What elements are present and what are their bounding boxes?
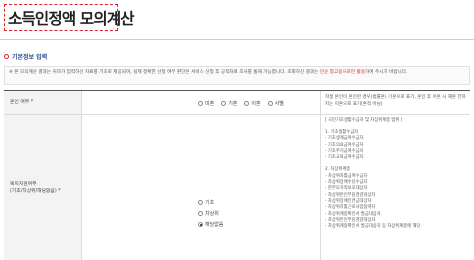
radio-unselected-icon[interactable]: [221, 101, 227, 106]
marital-option-label: 기혼: [228, 101, 238, 107]
radio-unselected-icon[interactable]: [198, 211, 203, 216]
welfare-desc-header: [ 국민기초생활수급자 및 차상위계층 범위 ]: [325, 118, 403, 123]
marital-option-widowed[interactable]: 사별: [267, 100, 284, 107]
list-item: - 기초교육급여수급자: [325, 155, 364, 161]
marital-status-row: 혼인 여부 * 미혼 기혼 이혼 사별 학생 본인이 혼인한 경우(법률혼) 기…: [4, 91, 470, 115]
welfare-option-label: 차상위: [205, 211, 219, 217]
radio-unselected-icon[interactable]: [244, 101, 250, 106]
list-item: - 차상위계층확인서 발급대상자 등 차상위계층에 해당: [325, 224, 421, 230]
welfare-description: [ 국민기초생활수급자 및 차상위계층 범위 ] 1. 기초생활수급자 - 기초…: [320, 115, 470, 260]
welfare-option-label: 해당없음: [205, 222, 224, 228]
marital-option-single[interactable]: 미혼: [198, 100, 214, 107]
page-title: 소득인정액 모의계산: [8, 9, 135, 28]
notice-text: ※ 본 모의계산 결과는 귀하가 입력하신 자료를 기초로 제공되며, 실제 정…: [9, 70, 319, 75]
radio-unselected-icon[interactable]: [198, 101, 203, 106]
welfare-status-label: 복지지원여부 (기초/차상위/해당없음) *: [4, 115, 82, 260]
notice-box: ※ 본 모의계산 결과는 귀하가 입력하신 자료를 기초로 제공되며, 실제 정…: [4, 66, 470, 85]
page-title-box: 소득인정액 모의계산: [4, 4, 135, 31]
marital-option-divorced[interactable]: 이혼: [244, 100, 261, 107]
marital-description: 학생 본인이 혼인한 경우(법률혼) 기혼으로 표기, 혼인 후 이혼 시 재혼…: [320, 91, 470, 114]
welfare-status-row: 복지지원여부 (기초/차상위/해당없음) * 기초 차상위 해당없음 [ 국민기…: [4, 115, 470, 260]
marital-status-label: 혼인 여부 *: [4, 91, 82, 114]
notice-highlight: 단순 참고용으로만 활용: [319, 70, 366, 75]
basic-info-form: 혼인 여부 * 미혼 기혼 이혼 사별 학생 본인이 혼인한 경우(법률혼) 기…: [4, 90, 470, 260]
marital-option-label: 사별: [274, 101, 284, 107]
welfare-option-near-poor[interactable]: 차상위: [198, 210, 223, 217]
welfare-status-options: 기초 차상위 해당없음: [198, 199, 223, 228]
section-bullet-icon: [4, 54, 9, 59]
radio-unselected-icon[interactable]: [198, 200, 203, 205]
marital-option-label: 이혼: [251, 101, 261, 107]
radio-selected-icon[interactable]: [198, 222, 203, 227]
section-heading-label: 기본정보 입력: [12, 54, 48, 61]
welfare-option-basic[interactable]: 기초: [198, 199, 223, 206]
marital-option-label: 미혼: [205, 101, 215, 107]
marital-status-options: 미혼 기혼 이혼 사별: [198, 100, 284, 107]
welfare-label-line1: 복지지원여부: [10, 182, 37, 187]
section-heading: 기본정보 입력: [4, 52, 47, 61]
title-divider: [0, 39, 474, 40]
welfare-option-label: 기초: [205, 200, 215, 206]
notice-text-end: 하여 주시기 바랍니다.: [365, 70, 408, 75]
radio-unselected-icon[interactable]: [267, 101, 273, 106]
welfare-label-line2: (기초/차상위/해당없음) *: [10, 189, 61, 194]
welfare-desc-list: 1. 기초생활수급자 - 기초생계급여수급자 - 기초의료급여수급자 - 기초주…: [325, 130, 466, 230]
welfare-option-none[interactable]: 해당없음: [198, 221, 223, 228]
marital-option-married[interactable]: 기혼: [221, 100, 237, 107]
